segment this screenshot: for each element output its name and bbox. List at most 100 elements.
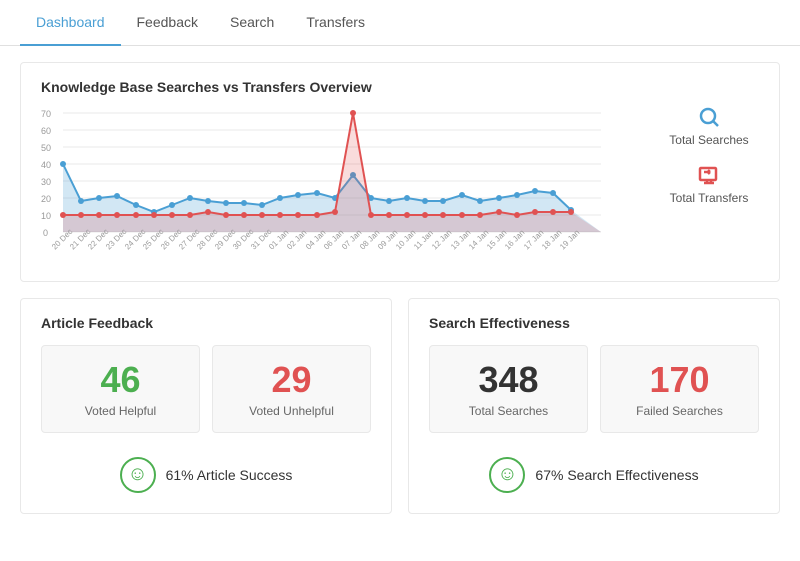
blue-dot [404, 195, 410, 201]
blue-dot [241, 200, 247, 206]
svg-text:60: 60 [41, 126, 51, 136]
chart-legend: Total Searches [639, 105, 759, 205]
voted-unhelpful-number: 29 [227, 360, 356, 400]
red-dot [368, 212, 374, 218]
red-dot [350, 110, 356, 116]
blue-dot [78, 198, 84, 204]
blue-dot [187, 195, 193, 201]
chart-title: Knowledge Base Searches vs Transfers Ove… [41, 79, 759, 95]
red-dot [78, 212, 84, 218]
blue-dot [205, 198, 211, 204]
blue-dot [96, 195, 102, 201]
voted-helpful-box: 46 Voted Helpful [41, 345, 200, 433]
legend-total-transfers-label: Total Transfers [670, 191, 749, 205]
failed-searches-number: 170 [615, 360, 744, 400]
main-content: Knowledge Base Searches vs Transfers Ove… [0, 46, 800, 530]
tab-feedback[interactable]: Feedback [121, 0, 214, 46]
search-effectiveness-smiley: ☺ [489, 457, 525, 493]
svg-text:50: 50 [41, 143, 51, 153]
failed-searches-box: 170 Failed Searches [600, 345, 759, 433]
svg-text:10: 10 [41, 211, 51, 221]
red-dot [477, 212, 483, 218]
red-dot [259, 212, 265, 218]
red-dot [133, 212, 139, 218]
search-effectiveness-label: 67% Search Effectiveness [535, 467, 698, 483]
red-dot [459, 212, 465, 218]
blue-dot [514, 192, 520, 198]
red-dot [496, 209, 502, 215]
blue-dot [114, 193, 120, 199]
red-dot [205, 209, 211, 215]
search-effectiveness-title: Search Effectiveness [429, 315, 759, 331]
blue-dot [295, 192, 301, 198]
red-dot [241, 212, 247, 218]
red-dot [532, 209, 538, 215]
blue-dot [440, 198, 446, 204]
blue-dot [532, 188, 538, 194]
search-stats-row: 348 Total Searches 170 Failed Searches [429, 345, 759, 433]
svg-text:70: 70 [41, 109, 51, 119]
blue-dot [477, 198, 483, 204]
blue-dot [133, 202, 139, 208]
voted-unhelpful-label: Voted Unhelpful [227, 404, 356, 418]
red-dot [151, 212, 157, 218]
red-dot [568, 209, 574, 215]
blue-dot [259, 202, 265, 208]
tab-search[interactable]: Search [214, 0, 290, 46]
chart-wrapper: 70 60 50 40 30 20 10 0 [41, 105, 759, 265]
red-dot [514, 212, 520, 218]
red-dot [187, 212, 193, 218]
blue-dot [223, 200, 229, 206]
legend-total-transfers: Total Transfers [659, 163, 759, 205]
voted-helpful-label: Voted Helpful [56, 404, 185, 418]
red-dot [295, 212, 301, 218]
line-chart: 70 60 50 40 30 20 10 0 [41, 105, 621, 265]
red-dot [440, 212, 446, 218]
article-feedback-title: Article Feedback [41, 315, 371, 331]
red-dot [277, 212, 283, 218]
red-dot [96, 212, 102, 218]
bottom-panels: Article Feedback 46 Voted Helpful 29 Vot… [20, 298, 780, 514]
blue-dot [277, 195, 283, 201]
red-dot [404, 212, 410, 218]
blue-dot [169, 202, 175, 208]
failed-searches-label: Failed Searches [615, 404, 744, 418]
blue-dot [459, 192, 465, 198]
voted-unhelpful-box: 29 Voted Unhelpful [212, 345, 371, 433]
tab-dashboard[interactable]: Dashboard [20, 0, 121, 46]
total-searches-number: 348 [444, 360, 573, 400]
red-dot [223, 212, 229, 218]
legend-total-searches: Total Searches [659, 105, 759, 147]
legend-total-searches-label: Total Searches [669, 133, 748, 147]
total-searches-label: Total Searches [444, 404, 573, 418]
blue-dot [550, 190, 556, 196]
red-dot [422, 212, 428, 218]
article-success-row: ☺ 61% Article Success [41, 447, 371, 497]
red-dot [314, 212, 320, 218]
svg-text:40: 40 [41, 160, 51, 170]
article-success-label: 61% Article Success [166, 467, 293, 483]
tab-bar: Dashboard Feedback Search Transfers [0, 0, 800, 46]
search-effectiveness-panel: Search Effectiveness 348 Total Searches … [408, 298, 780, 514]
red-dot [332, 209, 338, 215]
svg-text:20: 20 [41, 194, 51, 204]
svg-text:0: 0 [43, 228, 48, 238]
red-dot [114, 212, 120, 218]
search-icon [697, 105, 721, 129]
blue-dot [60, 161, 66, 167]
tab-transfers[interactable]: Transfers [290, 0, 381, 46]
red-dot [550, 209, 556, 215]
blue-dot [386, 198, 392, 204]
blue-dot [314, 190, 320, 196]
feedback-stats-row: 46 Voted Helpful 29 Voted Unhelpful [41, 345, 371, 433]
blue-dot [422, 198, 428, 204]
article-success-smiley: ☺ [120, 457, 156, 493]
blue-dot [496, 195, 502, 201]
transfer-icon [697, 163, 721, 187]
red-dot [169, 212, 175, 218]
svg-text:30: 30 [41, 177, 51, 187]
chart-card: Knowledge Base Searches vs Transfers Ove… [20, 62, 780, 282]
article-feedback-panel: Article Feedback 46 Voted Helpful 29 Vot… [20, 298, 392, 514]
search-effectiveness-row: ☺ 67% Search Effectiveness [429, 447, 759, 497]
red-dot [60, 212, 66, 218]
